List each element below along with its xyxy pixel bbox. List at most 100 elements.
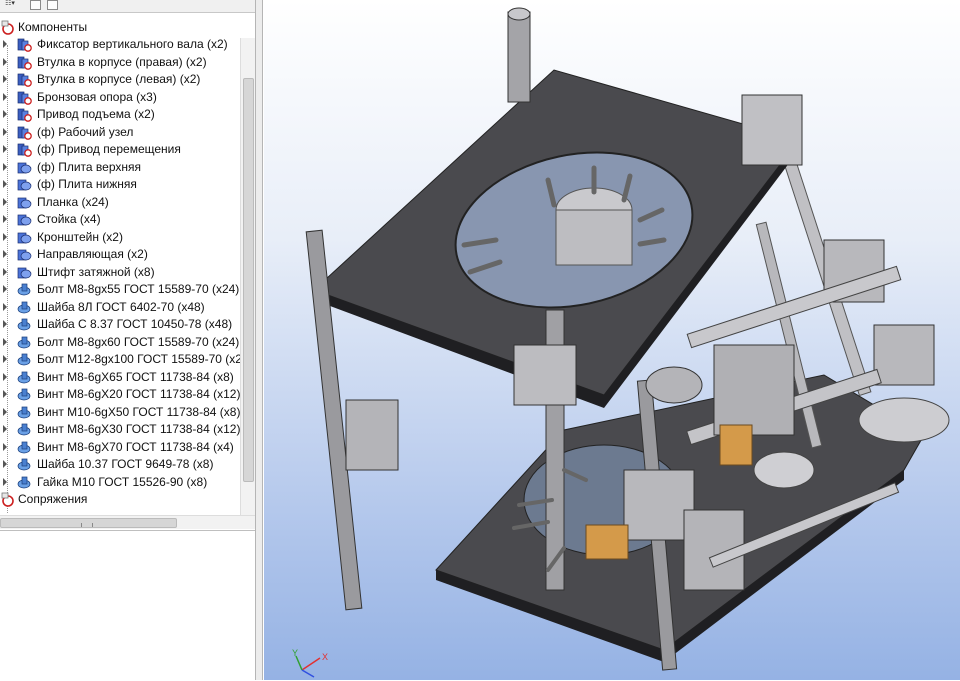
tree-item-label: Втулка в корпусе (левая) (x2)	[37, 72, 201, 86]
tree-item[interactable]: Штифт затяжной (x8)	[0, 264, 240, 281]
roller-cylinder	[753, 451, 815, 489]
tree-item[interactable]: Бронзовая опора (x3)	[0, 89, 240, 106]
tree-item[interactable]: Винт М8-6gX65 ГОСТ 11738-84 (x8)	[0, 369, 240, 386]
axis-x-label: X	[322, 652, 329, 662]
expand-arrow-icon[interactable]	[3, 145, 7, 153]
assembly-icon	[17, 73, 32, 87]
assembly-model	[305, 7, 950, 671]
expand-arrow-icon[interactable]	[3, 460, 7, 468]
tree-root-components[interactable]: Компоненты	[0, 19, 240, 36]
tree-item[interactable]: Болт М12-8gx100 ГОСТ 15589-70 (x24)	[0, 351, 240, 368]
expand-arrow-icon[interactable]	[3, 320, 7, 328]
expand-arrow-icon[interactable]	[3, 285, 7, 293]
expand-arrow-icon[interactable]	[3, 110, 7, 118]
tree-item[interactable]: (ф) Плита нижняя	[0, 176, 240, 193]
tree-item[interactable]: Кронштейн (x2)	[0, 229, 240, 246]
tree-item-label: Планка (x24)	[37, 195, 109, 209]
tree-item[interactable]: Шайба С 8.37 ГОСТ 10450-78 (x48)	[0, 316, 240, 333]
expand-arrow-icon[interactable]	[3, 250, 7, 258]
tree-options-icon[interactable]: ☷▾	[2, 0, 18, 10]
tree-item-label: (ф) Привод перемещения	[37, 142, 181, 156]
tree-item[interactable]: Гайка М10 ГОСТ 15526-90 (x8)	[0, 474, 240, 491]
3d-viewport[interactable]: X Y	[264, 0, 960, 680]
expand-arrow-icon[interactable]	[3, 40, 7, 48]
standard-part-icon	[17, 301, 31, 314]
standard-part-icon	[17, 441, 31, 454]
tree-item[interactable]: Втулка в корпусе (правая) (x2)	[0, 54, 240, 71]
part-icon	[17, 214, 32, 226]
tree-item[interactable]: Планка (x24)	[0, 194, 240, 211]
tree-item-label: Винт М8-6gX70 ГОСТ 11738-84 (x4)	[37, 440, 234, 454]
tree-vertical-scrollbar[interactable]	[240, 38, 255, 515]
tree-item[interactable]: Стойка (x4)	[0, 211, 240, 228]
standard-part-icon	[17, 371, 31, 384]
tree-item[interactable]: Винт М10-6gX50 ГОСТ 11738-84 (x8)	[0, 404, 240, 421]
expand-arrow-icon[interactable]	[3, 355, 7, 363]
drive-housing	[713, 344, 795, 436]
tree-vertical-scroll-thumb[interactable]	[243, 78, 254, 482]
expand-arrow-icon[interactable]	[3, 75, 7, 83]
expand-arrow-icon[interactable]	[3, 93, 7, 101]
tree-horizontal-scrollbar[interactable]	[0, 515, 255, 529]
panel-splitter[interactable]	[255, 0, 263, 680]
expand-arrow-icon[interactable]	[3, 58, 7, 66]
expand-arrow-icon[interactable]	[3, 215, 7, 223]
properties-icon[interactable]	[47, 0, 58, 10]
tree-root-mates[interactable]: Сопряжения	[0, 491, 240, 508]
axis-triad: X Y	[286, 648, 346, 680]
part-icon	[17, 197, 32, 209]
expand-arrow-icon[interactable]	[3, 425, 7, 433]
tree-item-label: Фиксатор вертикального вала (x2)	[37, 37, 228, 51]
standard-part-icon	[17, 388, 31, 401]
expand-arrow-icon[interactable]	[3, 268, 7, 276]
assembly-icon	[17, 126, 32, 140]
component-tree: Компоненты Фиксатор вертикального вала (…	[0, 19, 240, 514]
tree-item[interactable]: Шайба 10.37 ГОСТ 9649-78 (x8)	[0, 456, 240, 473]
tree-item[interactable]: Винт М8-6gX30 ГОСТ 11738-84 (x12)	[0, 421, 240, 438]
expand-arrow-icon[interactable]	[3, 128, 7, 136]
assembly-icon	[17, 143, 32, 157]
tree-item[interactable]: Винт М8-6gX70 ГОСТ 11738-84 (x4)	[0, 439, 240, 456]
tree-item[interactable]: Болт М8-8gx60 ГОСТ 15589-70 (x24)	[0, 334, 240, 351]
tree-item[interactable]: Втулка в корпусе (левая) (x2)	[0, 71, 240, 88]
expand-arrow-icon[interactable]	[3, 180, 7, 188]
tree-item[interactable]: Направляющая (x2)	[0, 246, 240, 263]
expand-arrow-icon[interactable]	[3, 233, 7, 241]
components-root-icon	[1, 20, 14, 35]
mates-icon	[1, 492, 14, 507]
bronze-support-2	[719, 424, 753, 466]
tree-item[interactable]: (ф) Плита верхняя	[0, 159, 240, 176]
expand-arrow-icon[interactable]	[3, 443, 7, 451]
expand-arrow-icon[interactable]	[3, 390, 7, 398]
expand-arrow-icon[interactable]	[3, 198, 7, 206]
assembly-icon	[17, 38, 32, 52]
standard-part-icon	[17, 458, 31, 471]
document-icon[interactable]	[30, 0, 41, 10]
tree-item-label: (ф) Плита верхняя	[37, 160, 141, 174]
tree-item[interactable]: Винт М8-6gX20 ГОСТ 11738-84 (x12)	[0, 386, 240, 403]
tree-item[interactable]: Шайба 8Л ГОСТ 6402-70 (x48)	[0, 299, 240, 316]
tree-item[interactable]: Болт М8-8gx55 ГОСТ 15589-70 (x24)	[0, 281, 240, 298]
expand-arrow-icon[interactable]	[3, 338, 7, 346]
part-icon	[17, 179, 32, 191]
tree-item[interactable]: Фиксатор вертикального вала (x2)	[0, 36, 240, 53]
tree-item-label: Винт М8-6gX20 ГОСТ 11738-84 (x12)	[37, 387, 240, 401]
bushing-block-left	[345, 399, 399, 471]
bushing-block-center	[513, 344, 577, 406]
expand-arrow-icon[interactable]	[3, 303, 7, 311]
expand-arrow-icon[interactable]	[3, 408, 7, 416]
expand-arrow-icon[interactable]	[3, 478, 7, 486]
tree-item[interactable]: (ф) Привод перемещения	[0, 141, 240, 158]
tree-horizontal-scroll-thumb[interactable]	[0, 518, 177, 528]
expand-arrow-icon[interactable]	[3, 373, 7, 381]
tree-item-label: Направляющая (x2)	[37, 247, 148, 261]
expand-arrow-icon[interactable]	[3, 163, 7, 171]
standard-part-icon	[17, 353, 31, 366]
tree-item[interactable]: (ф) Рабочий узел	[0, 124, 240, 141]
part-icon	[17, 162, 32, 174]
standard-part-icon	[17, 423, 31, 436]
part-icon	[17, 267, 32, 279]
tree-item-label: Болт М12-8gx100 ГОСТ 15589-70 (x24)	[37, 352, 240, 366]
scroll-grip-icon	[81, 523, 93, 527]
tree-item[interactable]: Привод подъема (x2)	[0, 106, 240, 123]
